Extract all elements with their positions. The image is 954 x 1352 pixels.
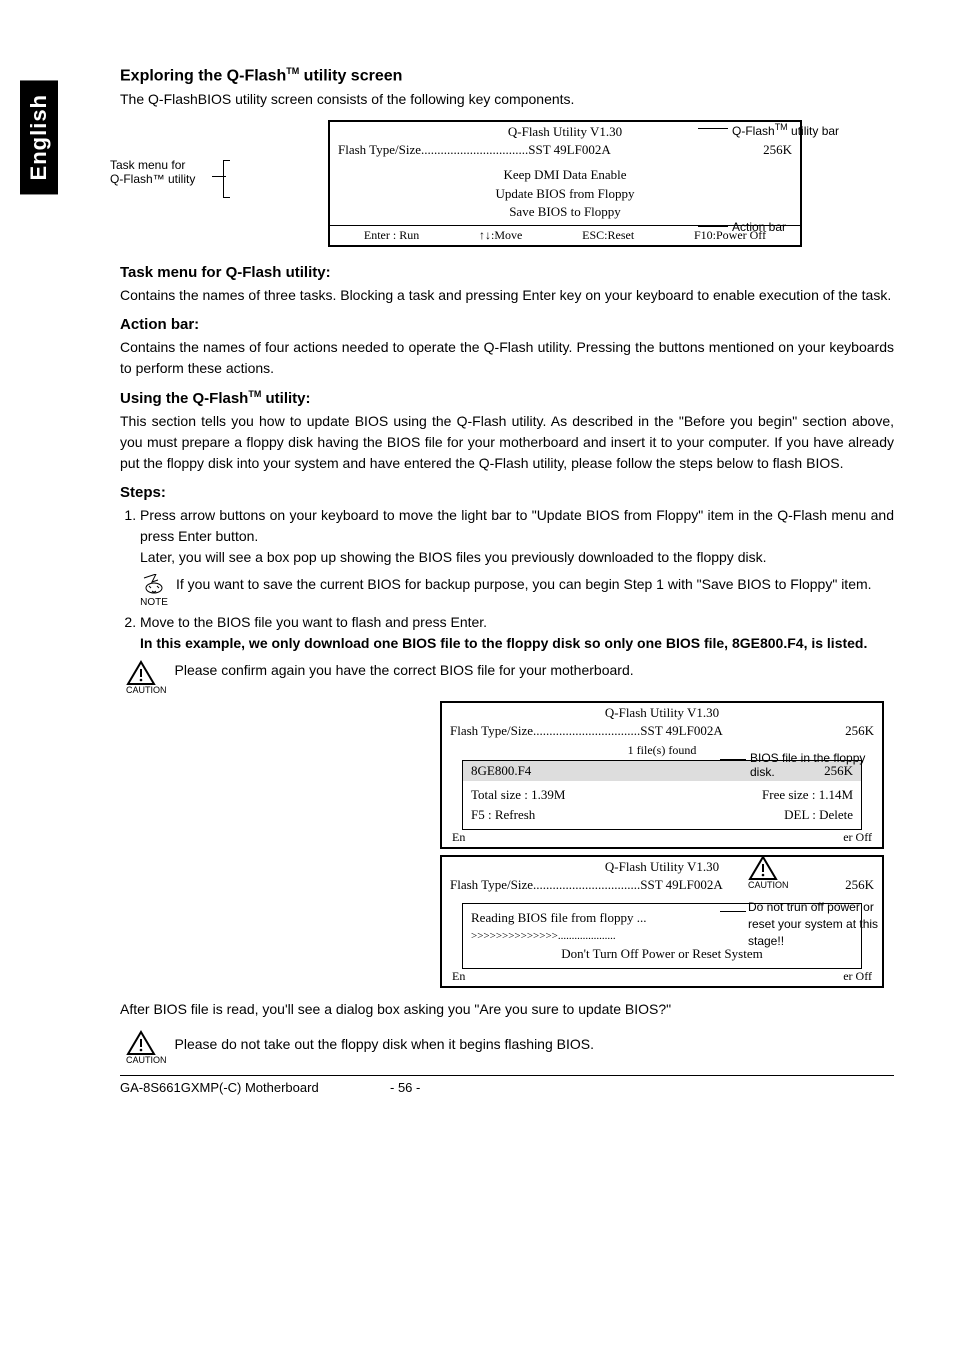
d3-right-label-l2: reset your system at this [748,917,878,931]
step2-bold: In this example, we only download one BI… [140,635,867,651]
heading-action-bar: Action bar: [120,316,894,333]
action-esc: ESC:Reset [582,228,634,243]
d2-total: Total size : 1.39M [471,787,565,803]
caution-icon-3: CAUTION [126,1030,167,1065]
language-tab: English [20,80,58,194]
after-body: After BIOS file is read, you'll see a di… [120,999,894,1020]
footer-rule [120,1075,894,1076]
d3-warn: Don't Turn Off Power or Reset System [561,946,762,962]
step2-text-a: Move to the BIOS file you want to flash … [140,614,487,630]
d3-right-trunc: er Off [843,969,872,984]
footer-page-number: - 56 - [390,1080,420,1095]
menu-save-bios: Save BIOS to Floppy [330,203,800,221]
menu-update-bios: Update BIOS from Floppy [330,185,800,203]
note-label: NOTE [140,597,168,608]
heading-task-menu: Task menu for Q-Flash utility: [120,264,894,281]
caution1-text: Please confirm again you have the correc… [175,660,895,681]
callout-utility-bar-a: Q-Flash [732,124,775,138]
action-bar-body: Contains the names of four actions neede… [120,337,894,379]
step-1: Press arrow buttons on your keyboard to … [140,505,894,568]
step1-text-a: Press arrow buttons on your keyboard to … [140,507,894,544]
using-part-a: Using the Q-Flash [120,390,248,407]
diagram-file-list: Q-Flash Utility V1.30 Flash Type/Size...… [120,701,894,841]
d2-flash-size: 256K [845,723,874,739]
using-part-b: utility: [261,390,310,407]
d3-flash-label: Flash Type/Size.........................… [450,877,723,893]
d3-flash-size: 256K [845,877,874,893]
action-move: ↑↓:Move [479,228,522,243]
d2-left-trunc: En [452,830,465,845]
diagram-utility-screen: Task menu for Q-Flash™ utility Q-Flash U… [120,120,894,250]
flash-size: 256K [763,142,792,158]
menu-keep-dmi: Keep DMI Data Enable [330,166,800,184]
heading-steps: Steps: [120,484,894,501]
heading-part-b: utility screen [299,67,402,84]
d2-flash-label: Flash Type/Size.........................… [450,723,723,739]
d3-title: Q-Flash Utility V1.30 [442,857,882,877]
d2-right-trunc: er Off [843,830,872,845]
d2-file-name: 8GE800.F4 [471,763,531,779]
caution-label-3: CAUTION [126,1055,167,1065]
caution-label-2: CAUTION [748,881,789,890]
action-enter: Enter : Run [364,228,419,243]
intro-paragraph: The Q-FlashBIOS utility screen consists … [120,89,894,110]
caution-icon: CAUTION [126,660,167,695]
tm-mark: TM [286,66,299,76]
caution-row-2: CAUTION Please do not take out the flopp… [126,1030,894,1065]
d2-refresh: F5 : Refresh [471,807,535,823]
using-body: This section tells you how to update BIO… [120,411,894,474]
utility-title: Q-Flash Utility V1.30 [330,122,800,142]
tm-mark-2: TM [775,122,788,132]
d3-reading: Reading BIOS file from floppy ... [471,910,646,926]
callout-task-menu-l1: Task menu for [110,158,185,172]
note-text: If you want to save the current BIOS for… [176,574,894,595]
d3-right-label-l3: stage!! [748,934,784,948]
d2-right-label-l2: disk. [750,765,775,779]
caution2-text: Please do not take out the floppy disk w… [175,1030,895,1055]
callout-action-bar: Action bar [732,220,786,234]
diagram-reading: Q-Flash Utility V1.30 Flash Type/Size...… [120,855,894,985]
step1-text-b: Later, you will see a box pop up showing… [140,549,767,565]
footer-model: GA-8S661GXMP(-C) Motherboard [120,1080,390,1095]
step-2: Move to the BIOS file you want to flash … [140,612,894,654]
d2-title: Q-Flash Utility V1.30 [442,703,882,723]
callout-task-menu-l2: Q-Flash™ utility [110,172,195,186]
note-icon: NOTE [140,574,168,608]
d3-left-trunc: En [452,969,465,984]
heading-using: Using the Q-FlashTM utility: [120,389,894,407]
d3-right-label-l1: Do not trun off power or [748,900,874,914]
heading-part-a: Exploring the Q-Flash [120,67,286,84]
callout-utility-bar-b: utility bar [788,124,839,138]
caution-label: CAUTION [126,685,167,695]
caution-row-1: CAUTION Please confirm again you have th… [126,660,894,695]
d2-free: Free size : 1.14M [762,787,853,803]
d2-right-label-l1: BIOS file in the floppy [750,751,865,765]
flash-type-label: Flash Type/Size.........................… [338,142,611,158]
d2-delete: DEL : Delete [784,807,853,823]
d3-progress: >>>>>>>>>>>>>>..................... [471,930,616,942]
caution-icon-2: CAUTION [748,855,789,890]
task-menu-body: Contains the names of three tasks. Block… [120,285,894,306]
section-heading-exploring: Exploring the Q-FlashTM utility screen [120,66,894,85]
page-footer: GA-8S661GXMP(-C) Motherboard - 56 - [120,1080,894,1095]
tm-mark-3: TM [248,389,261,399]
note-row: NOTE If you want to save the current BIO… [140,574,894,608]
